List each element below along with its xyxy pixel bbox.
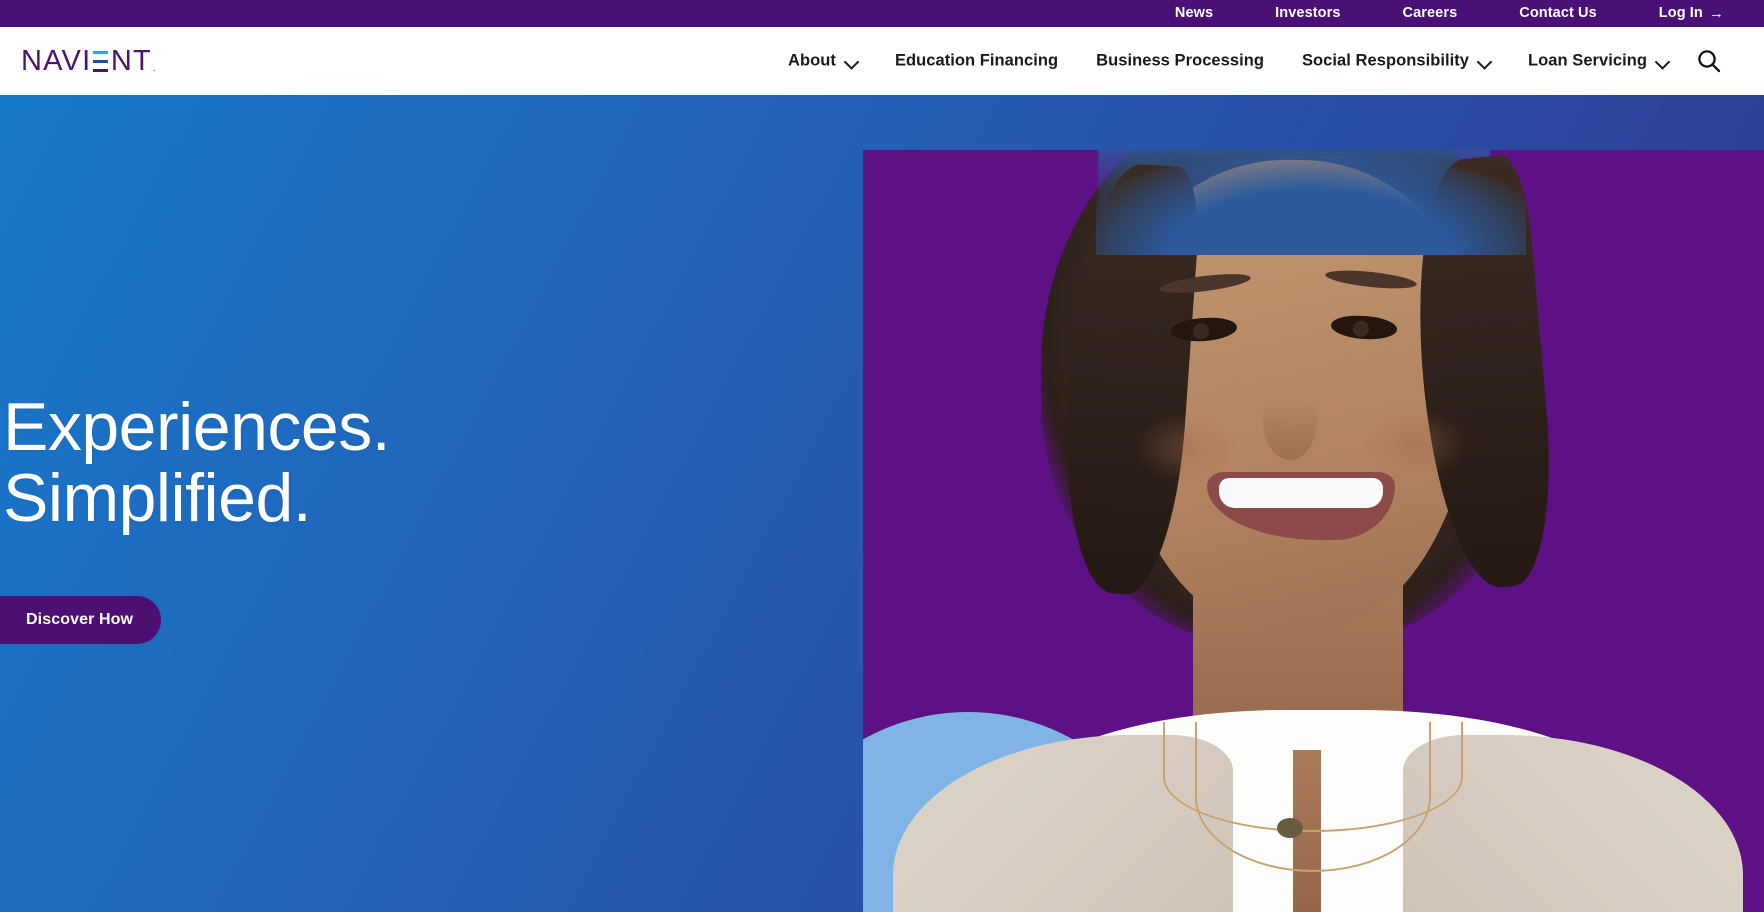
utility-link-news[interactable]: News xyxy=(1175,6,1213,21)
portrait-image xyxy=(863,150,1764,912)
hero-photo-panel xyxy=(863,150,1764,912)
teeth-shape xyxy=(1219,478,1383,508)
main-header: NAVI NT . About Education Financing Busi… xyxy=(0,27,1764,95)
utility-link-investors[interactable]: Investors xyxy=(1275,6,1340,21)
cheek-right xyxy=(1363,408,1467,480)
utility-link-contact-us[interactable]: Contact Us xyxy=(1519,6,1597,21)
search-icon xyxy=(1698,50,1721,73)
chevron-down-icon xyxy=(845,55,857,67)
search-button[interactable] xyxy=(1692,44,1726,78)
arrow-right-icon: → xyxy=(1708,5,1724,22)
nav-item-about-label: About xyxy=(788,51,836,70)
nav-item-social-responsibility[interactable]: Social Responsibility xyxy=(1302,52,1490,71)
chevron-down-icon xyxy=(1478,55,1490,67)
logo-trademark: . xyxy=(152,63,157,74)
discover-how-button[interactable]: Discover How xyxy=(0,596,162,645)
navient-e-bars-icon xyxy=(93,51,109,72)
nose-shape xyxy=(1263,382,1317,460)
navient-logo[interactable]: NAVI NT . xyxy=(21,46,157,76)
nav-item-education-financing[interactable]: Education Financing xyxy=(895,52,1058,71)
nav-item-loan-servicing[interactable]: Loan Servicing xyxy=(1528,52,1668,71)
nav-item-business-processing-label: Business Processing xyxy=(1096,51,1264,70)
nav-item-business-processing[interactable]: Business Processing xyxy=(1096,52,1264,71)
utility-link-careers-label: Careers xyxy=(1402,5,1458,22)
logo-text-after: NT xyxy=(110,45,152,77)
necklace-pendant xyxy=(1277,818,1303,838)
logo-text-before: NAVI xyxy=(21,45,92,77)
utility-link-careers[interactable]: Careers xyxy=(1403,6,1458,21)
hero-title-line-2: Simplified. xyxy=(3,459,312,536)
nav-item-education-financing-label: Education Financing xyxy=(894,51,1059,70)
utility-link-log-in-label: Log In xyxy=(1658,5,1703,22)
utility-bar: News Investors Careers Contact Us Log In… xyxy=(0,0,1764,27)
necklace-chain-inner xyxy=(1195,722,1431,872)
logo-wordmark: NAVI NT . xyxy=(21,47,157,76)
utility-link-log-in[interactable]: Log In → xyxy=(1659,6,1724,21)
utility-link-contact-us-label: Contact Us xyxy=(1519,5,1597,22)
chevron-down-icon xyxy=(1656,55,1668,67)
utility-link-news-label: News xyxy=(1174,5,1214,22)
hero-title: Experiences. Simplified. xyxy=(0,389,391,536)
main-nav: About Education Financing Business Proce… xyxy=(788,52,1668,71)
nav-item-loan-servicing-label: Loan Servicing xyxy=(1528,51,1647,70)
nav-item-social-responsibility-label: Social Responsibility xyxy=(1302,51,1470,70)
hero-section: Experiences. Simplified. Discover How xyxy=(0,95,1764,912)
hero-copy: Experiences. Simplified. Discover How xyxy=(0,389,391,645)
utility-link-investors-label: Investors xyxy=(1275,5,1341,22)
hero-title-line-1: Experiences. xyxy=(3,389,391,465)
nav-item-about[interactable]: About xyxy=(788,52,857,71)
